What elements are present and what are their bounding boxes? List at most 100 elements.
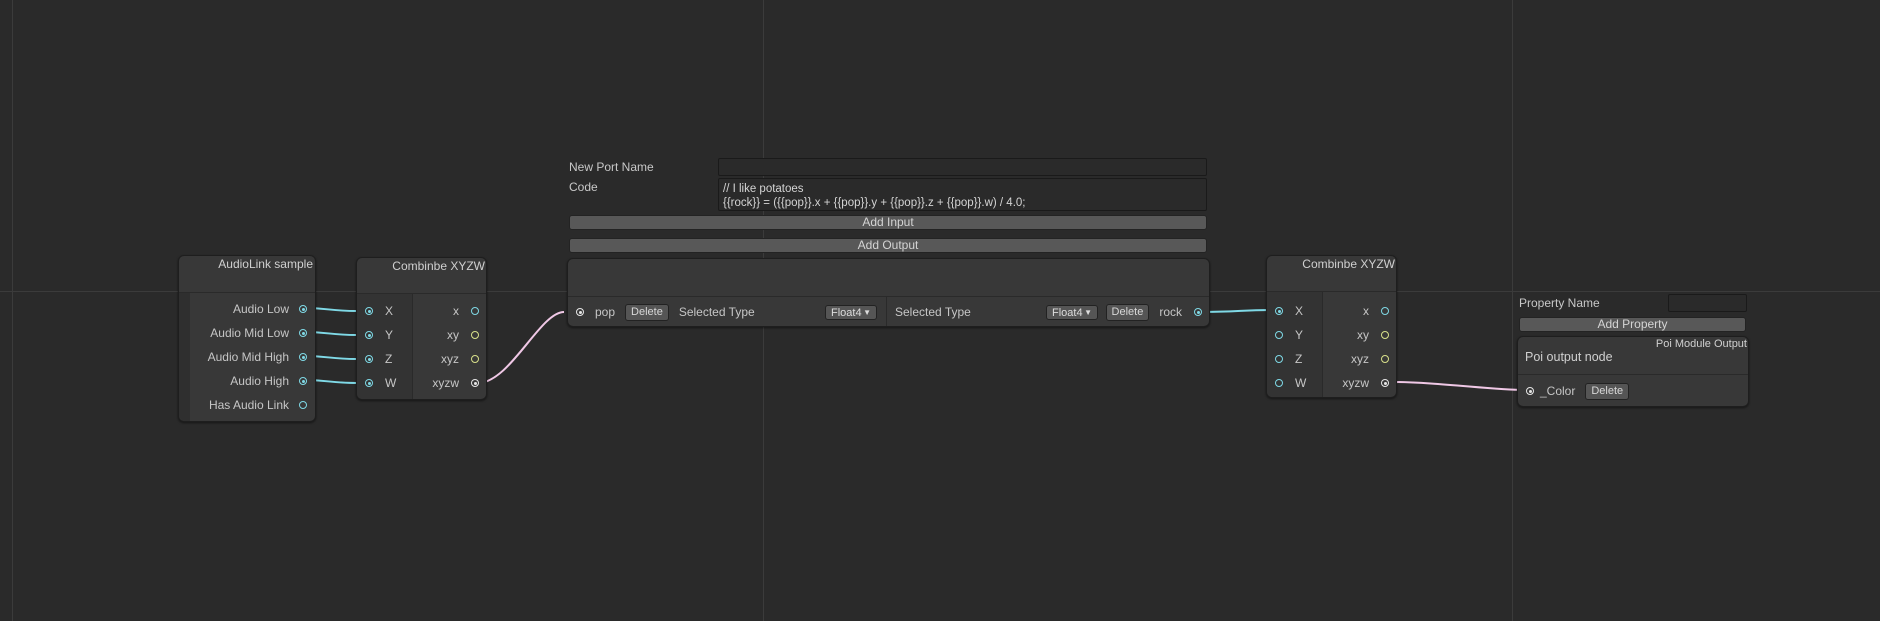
input-port-x[interactable]: X bbox=[1275, 301, 1303, 321]
port-connector-icon[interactable] bbox=[471, 355, 479, 363]
port-connector-icon[interactable] bbox=[471, 379, 479, 387]
port-connector-icon[interactable] bbox=[1381, 331, 1389, 339]
output-port-x[interactable]: x bbox=[453, 301, 479, 321]
port-connector-icon[interactable] bbox=[1381, 379, 1389, 387]
edge-xyzw-to-pop[interactable] bbox=[477, 311, 565, 384]
selected-type-label: Selected Type bbox=[678, 305, 755, 319]
output-port-xy[interactable]: xy bbox=[447, 325, 479, 345]
input-type-dropdown[interactable]: Float4 ▼ bbox=[825, 305, 877, 320]
output-port-x[interactable]: x bbox=[1363, 301, 1389, 321]
port-connector-icon[interactable] bbox=[1275, 379, 1283, 387]
input-port-y[interactable]: Y bbox=[365, 325, 393, 345]
dropdown-value: Float4 bbox=[1052, 307, 1083, 319]
port-connector-icon[interactable] bbox=[299, 305, 307, 313]
port-label: W bbox=[385, 376, 397, 390]
add-input-button[interactable]: Add Input bbox=[569, 215, 1207, 230]
add-property-button[interactable]: Add Property bbox=[1519, 317, 1746, 332]
port-connector-icon[interactable] bbox=[471, 307, 479, 315]
output-port-audio-low[interactable]: Audio Low bbox=[233, 299, 307, 319]
edge-xyzw-to-color[interactable] bbox=[1389, 381, 1526, 391]
custom-code-node[interactable]: pop Delete Selected Type Float4 ▼ Select… bbox=[567, 258, 1210, 327]
new-port-name-label: New Port Name bbox=[569, 160, 654, 174]
output-port-xyz[interactable]: xyz bbox=[1351, 349, 1389, 369]
combine-xyzw-node[interactable]: Combinbe XYZW X Y Z W x xy xyz xyzw bbox=[356, 257, 487, 400]
delete-property-button[interactable]: Delete bbox=[1585, 382, 1630, 400]
property-name-label: Property Name bbox=[1519, 296, 1600, 310]
input-port-w[interactable]: W bbox=[365, 373, 396, 393]
edge-rock-to-x[interactable] bbox=[1199, 309, 1274, 313]
port-label: xy bbox=[447, 328, 459, 342]
port-connector-icon[interactable] bbox=[1194, 308, 1202, 316]
port-section-divider bbox=[886, 297, 887, 326]
port-connector-icon[interactable] bbox=[1381, 355, 1389, 363]
port-label: x bbox=[1363, 304, 1369, 318]
port-connector-icon[interactable] bbox=[365, 331, 373, 339]
node-title: Combinbe XYZW bbox=[392, 259, 485, 273]
port-connector-icon[interactable] bbox=[471, 331, 479, 339]
output-port-xyzw[interactable]: xyzw bbox=[432, 373, 479, 393]
output-port-audio-high[interactable]: Audio High bbox=[230, 371, 307, 391]
port-label: pop bbox=[595, 305, 616, 319]
port-connector-icon[interactable] bbox=[365, 307, 373, 315]
code-label: Code bbox=[569, 180, 598, 194]
port-label: Z bbox=[385, 352, 393, 366]
port-label: _Color bbox=[1540, 384, 1576, 398]
output-selected-type: Selected Type bbox=[895, 302, 971, 322]
node-divider bbox=[179, 292, 315, 293]
port-connector-icon[interactable] bbox=[576, 308, 584, 316]
input-port-y[interactable]: Y bbox=[1275, 325, 1303, 345]
port-connector-icon[interactable] bbox=[1275, 307, 1283, 315]
input-port-color[interactable]: _Color Delete bbox=[1526, 381, 1630, 401]
port-connector-icon[interactable] bbox=[1275, 355, 1283, 363]
input-port-z[interactable]: Z bbox=[1275, 349, 1302, 369]
port-connector-icon[interactable] bbox=[299, 329, 307, 337]
output-type-dropdown[interactable]: Float4 ▼ bbox=[1046, 305, 1098, 320]
input-port-x[interactable]: X bbox=[365, 301, 393, 321]
port-label: xyzw bbox=[432, 376, 459, 390]
port-connector-icon[interactable] bbox=[365, 355, 373, 363]
port-connector-icon[interactable] bbox=[299, 353, 307, 361]
chevron-down-icon: ▼ bbox=[1084, 308, 1092, 317]
port-connector-icon[interactable] bbox=[299, 401, 307, 409]
port-label: x bbox=[453, 304, 459, 318]
property-name-input[interactable] bbox=[1668, 294, 1747, 312]
port-connector-icon[interactable] bbox=[365, 379, 373, 387]
selected-type-label: Selected Type bbox=[895, 305, 971, 319]
output-port-xy[interactable]: xy bbox=[1357, 325, 1389, 345]
port-label: Audio Low bbox=[232, 302, 289, 316]
port-label: Audio High bbox=[230, 374, 289, 388]
node-title: AudioLink sample bbox=[218, 257, 313, 271]
output-port-xyz[interactable]: xyz bbox=[441, 349, 479, 369]
port-label: Z bbox=[1295, 352, 1303, 366]
input-column bbox=[179, 293, 190, 421]
node-subtitle: Poi output node bbox=[1525, 350, 1613, 364]
port-connector-icon[interactable] bbox=[1275, 331, 1283, 339]
node-title: Poi Module Output bbox=[1655, 338, 1747, 350]
port-label: Y bbox=[1295, 328, 1304, 342]
input-port-w[interactable]: W bbox=[1275, 373, 1306, 393]
output-port-audio-mid-low[interactable]: Audio Mid Low bbox=[210, 323, 307, 343]
audiolink-sample-node[interactable]: AudioLink sample Audio Low Audio Mid Low… bbox=[178, 255, 316, 422]
delete-input-port-button[interactable]: Delete bbox=[625, 303, 669, 321]
port-label: X bbox=[385, 304, 394, 318]
new-port-name-input[interactable] bbox=[718, 158, 1207, 176]
output-port-has-audio-link[interactable]: Has Audio Link bbox=[209, 395, 307, 415]
port-connector-icon[interactable] bbox=[1381, 307, 1389, 315]
add-output-button[interactable]: Add Output bbox=[569, 238, 1207, 253]
delete-output-port-button[interactable]: Delete bbox=[1105, 303, 1150, 321]
output-port-audio-mid-high[interactable]: Audio Mid High bbox=[208, 347, 307, 367]
combine-xyzw-node[interactable]: Combinbe XYZW X Y Z W x xy xyz xyzw bbox=[1266, 255, 1397, 398]
output-port-xyzw[interactable]: xyzw bbox=[1342, 373, 1389, 393]
port-connector-icon[interactable] bbox=[1526, 387, 1534, 395]
port-label: xyz bbox=[441, 352, 459, 366]
port-connector-icon[interactable] bbox=[299, 377, 307, 385]
input-port-z[interactable]: Z bbox=[365, 349, 392, 369]
code-editor[interactable]: // I like potatoes {{rock}} = ({{pop}}.x… bbox=[718, 178, 1207, 211]
output-port-rock[interactable]: Delete rock bbox=[1105, 302, 1202, 322]
poi-module-output-node[interactable]: Poi Module Output Poi output node _Color… bbox=[1517, 336, 1749, 407]
input-port-pop[interactable]: pop Delete Selected Type bbox=[576, 302, 755, 322]
chevron-down-icon: ▼ bbox=[863, 308, 871, 317]
port-label: Audio Mid High bbox=[207, 350, 289, 364]
node-divider bbox=[568, 296, 1209, 297]
port-label: Audio Mid Low bbox=[210, 326, 289, 340]
